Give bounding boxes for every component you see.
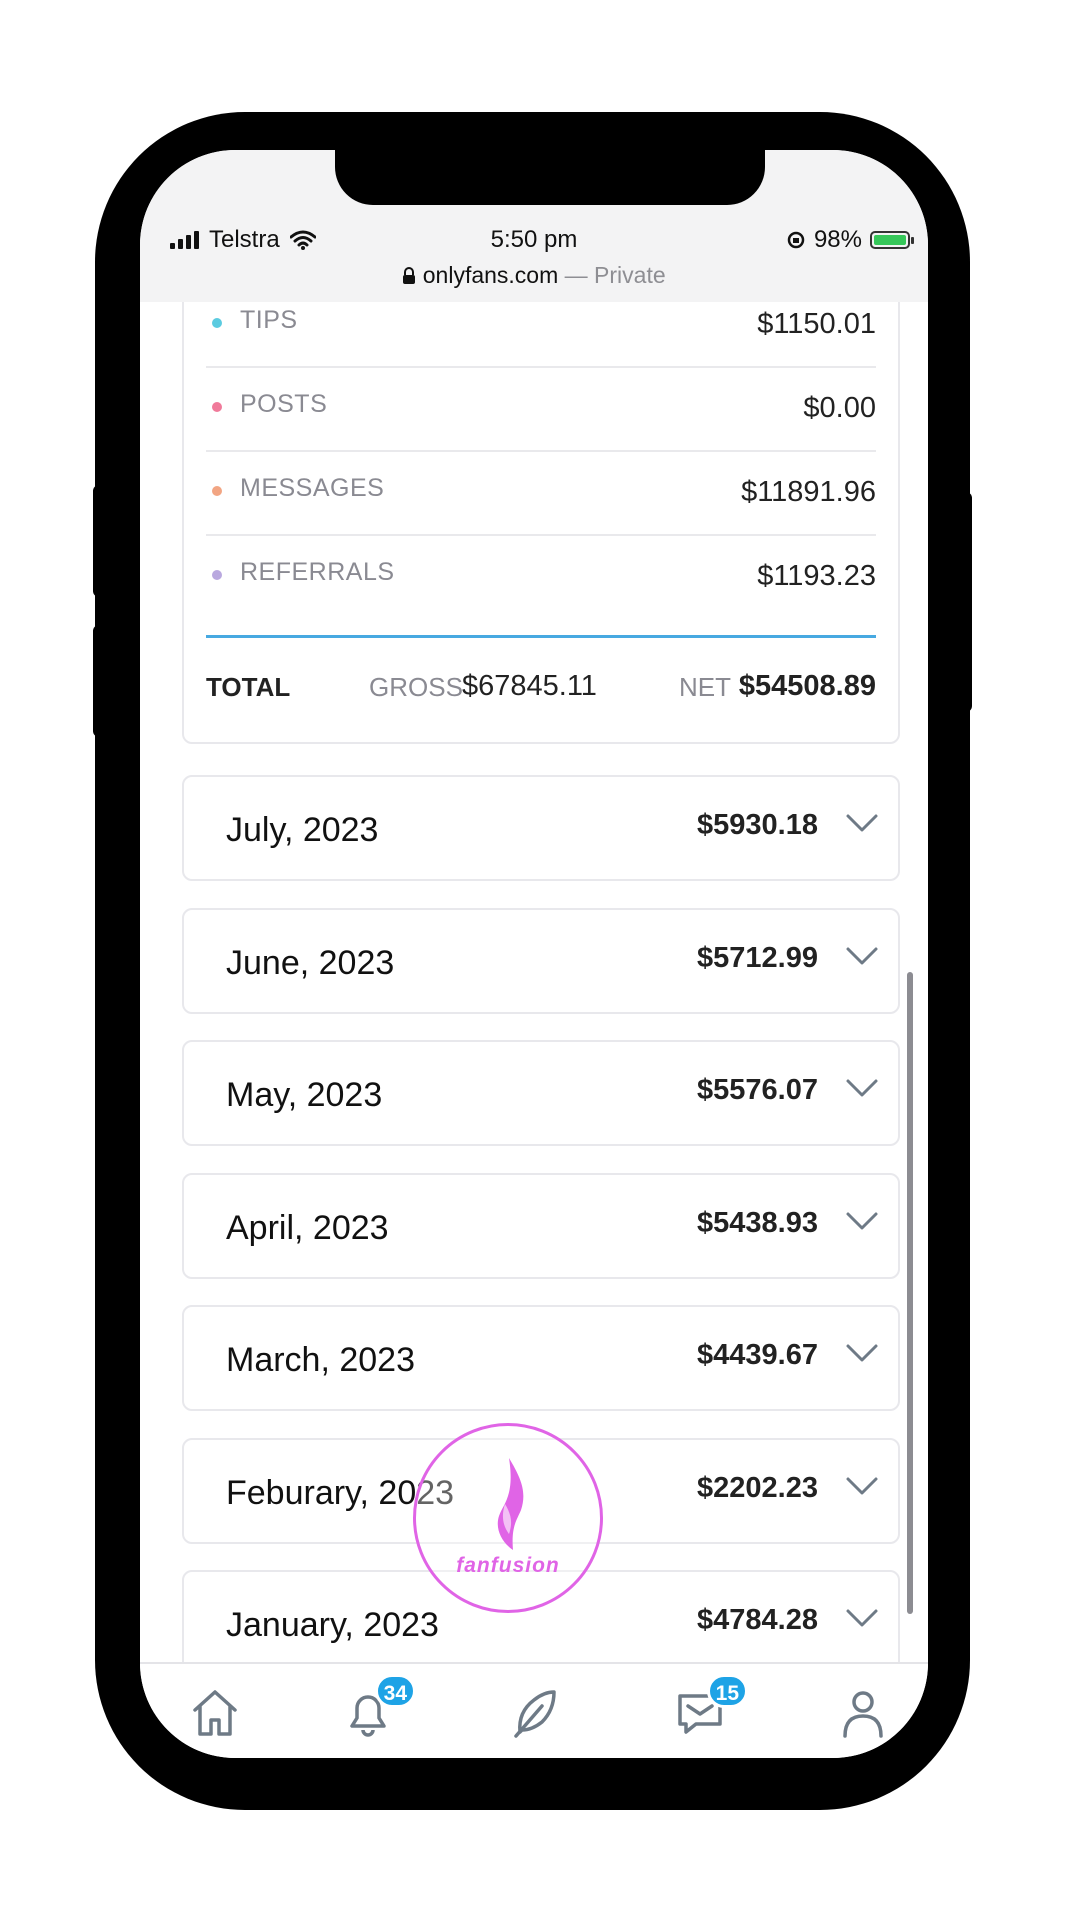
month-row-march[interactable]: March, 2023 $4439.67 bbox=[182, 1305, 900, 1411]
gross-value: $67845.11 bbox=[462, 670, 597, 702]
feather-icon bbox=[514, 1690, 556, 1738]
month-name: January, 2023 bbox=[226, 1606, 439, 1644]
summary-row-posts: POSTS $0.00 bbox=[206, 368, 876, 452]
url-text: onlyfans.com bbox=[422, 262, 559, 288]
month-name: July, 2023 bbox=[226, 811, 379, 849]
month-row-may[interactable]: May, 2023 $5576.07 bbox=[182, 1040, 900, 1146]
home-icon bbox=[193, 1690, 237, 1736]
messages-badge: 15 bbox=[706, 1674, 748, 1708]
tips-amount: $1150.01 bbox=[757, 308, 876, 340]
month-amount: $5712.99 bbox=[697, 942, 818, 974]
notifications-badge: 34 bbox=[374, 1674, 416, 1708]
private-label: — Private bbox=[558, 262, 666, 288]
chevron-down-icon[interactable] bbox=[844, 1606, 880, 1630]
messages-label: MESSAGES bbox=[240, 474, 385, 502]
flame-logo-icon bbox=[497, 1458, 524, 1550]
referrals-dot bbox=[212, 570, 222, 580]
month-amount: $5576.07 bbox=[697, 1074, 818, 1106]
month-amount: $5438.93 bbox=[697, 1207, 818, 1239]
chevron-down-icon[interactable] bbox=[844, 1076, 880, 1100]
month-name: May, 2023 bbox=[226, 1076, 383, 1114]
month-amount: $4439.67 bbox=[697, 1339, 818, 1371]
total-label: TOTAL bbox=[206, 672, 291, 702]
posts-amount: $0.00 bbox=[803, 392, 876, 424]
month-row-july[interactable]: July, 2023 $5930.18 bbox=[182, 775, 900, 881]
month-name: April, 2023 bbox=[226, 1209, 389, 1247]
month-name: March, 2023 bbox=[226, 1341, 415, 1379]
chevron-down-icon[interactable] bbox=[844, 811, 880, 835]
create-post-tab[interactable] bbox=[504, 1682, 564, 1742]
lock-icon bbox=[403, 267, 416, 284]
gross-label: GROSS bbox=[369, 672, 463, 702]
volume-down-button bbox=[93, 625, 107, 737]
home-tab[interactable] bbox=[185, 1682, 245, 1742]
referrals-amount: $1193.23 bbox=[757, 560, 876, 592]
power-button bbox=[958, 492, 972, 712]
url-bar[interactable]: onlyfans.com — Private bbox=[140, 262, 928, 289]
month-row-april[interactable]: April, 2023 $5438.93 bbox=[182, 1173, 900, 1279]
tips-label: TIPS bbox=[240, 306, 298, 334]
messages-amount: $11891.96 bbox=[741, 476, 876, 508]
user-icon bbox=[843, 1691, 883, 1738]
scrollbar[interactable] bbox=[907, 972, 913, 1614]
month-amount: $2202.23 bbox=[697, 1472, 818, 1504]
battery-icon bbox=[870, 231, 914, 249]
total-row: TOTAL GROSS $67845.11 NET $54508.89 bbox=[206, 670, 876, 710]
messages-dot bbox=[212, 486, 222, 496]
net-label: NET bbox=[679, 672, 731, 702]
referrals-label: REFERRALS bbox=[240, 558, 395, 586]
net-value: $54508.89 bbox=[738, 670, 876, 702]
month-amount: $5930.18 bbox=[697, 809, 818, 841]
earnings-summary-card: TIPS $1150.01 POSTS $0.00 MESSAGES $1189… bbox=[182, 302, 900, 744]
summary-row-tips: TIPS $1150.01 bbox=[206, 302, 876, 368]
chevron-down-icon[interactable] bbox=[844, 1341, 880, 1365]
side-button bbox=[97, 330, 109, 392]
orientation-lock-icon bbox=[787, 231, 805, 249]
summary-row-referrals: REFERRALS $1193.23 bbox=[206, 536, 876, 618]
battery-percent: 98% bbox=[813, 226, 862, 253]
month-amount: $4784.28 bbox=[697, 1604, 818, 1636]
bottom-tab-bar: 34 15 bbox=[140, 1662, 928, 1758]
watermark-text: fanfusion bbox=[456, 1554, 560, 1577]
messages-tab[interactable]: 15 bbox=[670, 1674, 748, 1742]
chevron-down-icon[interactable] bbox=[844, 944, 880, 968]
tips-dot bbox=[212, 318, 222, 328]
total-divider bbox=[206, 635, 876, 638]
chevron-down-icon[interactable] bbox=[844, 1474, 880, 1498]
battery-group: 98% bbox=[786, 226, 914, 254]
summary-row-messages: MESSAGES $11891.96 bbox=[206, 452, 876, 536]
month-name: June, 2023 bbox=[226, 944, 395, 982]
profile-tab[interactable] bbox=[833, 1682, 893, 1742]
posts-dot bbox=[212, 402, 222, 412]
notch bbox=[335, 150, 765, 205]
posts-label: POSTS bbox=[240, 390, 328, 418]
month-row-june[interactable]: June, 2023 $5712.99 bbox=[182, 908, 900, 1014]
chevron-down-icon[interactable] bbox=[844, 1209, 880, 1233]
notifications-tab[interactable]: 34 bbox=[338, 1674, 416, 1742]
fanfusion-watermark: fanfusion bbox=[413, 1423, 603, 1613]
volume-up-button bbox=[93, 485, 107, 597]
